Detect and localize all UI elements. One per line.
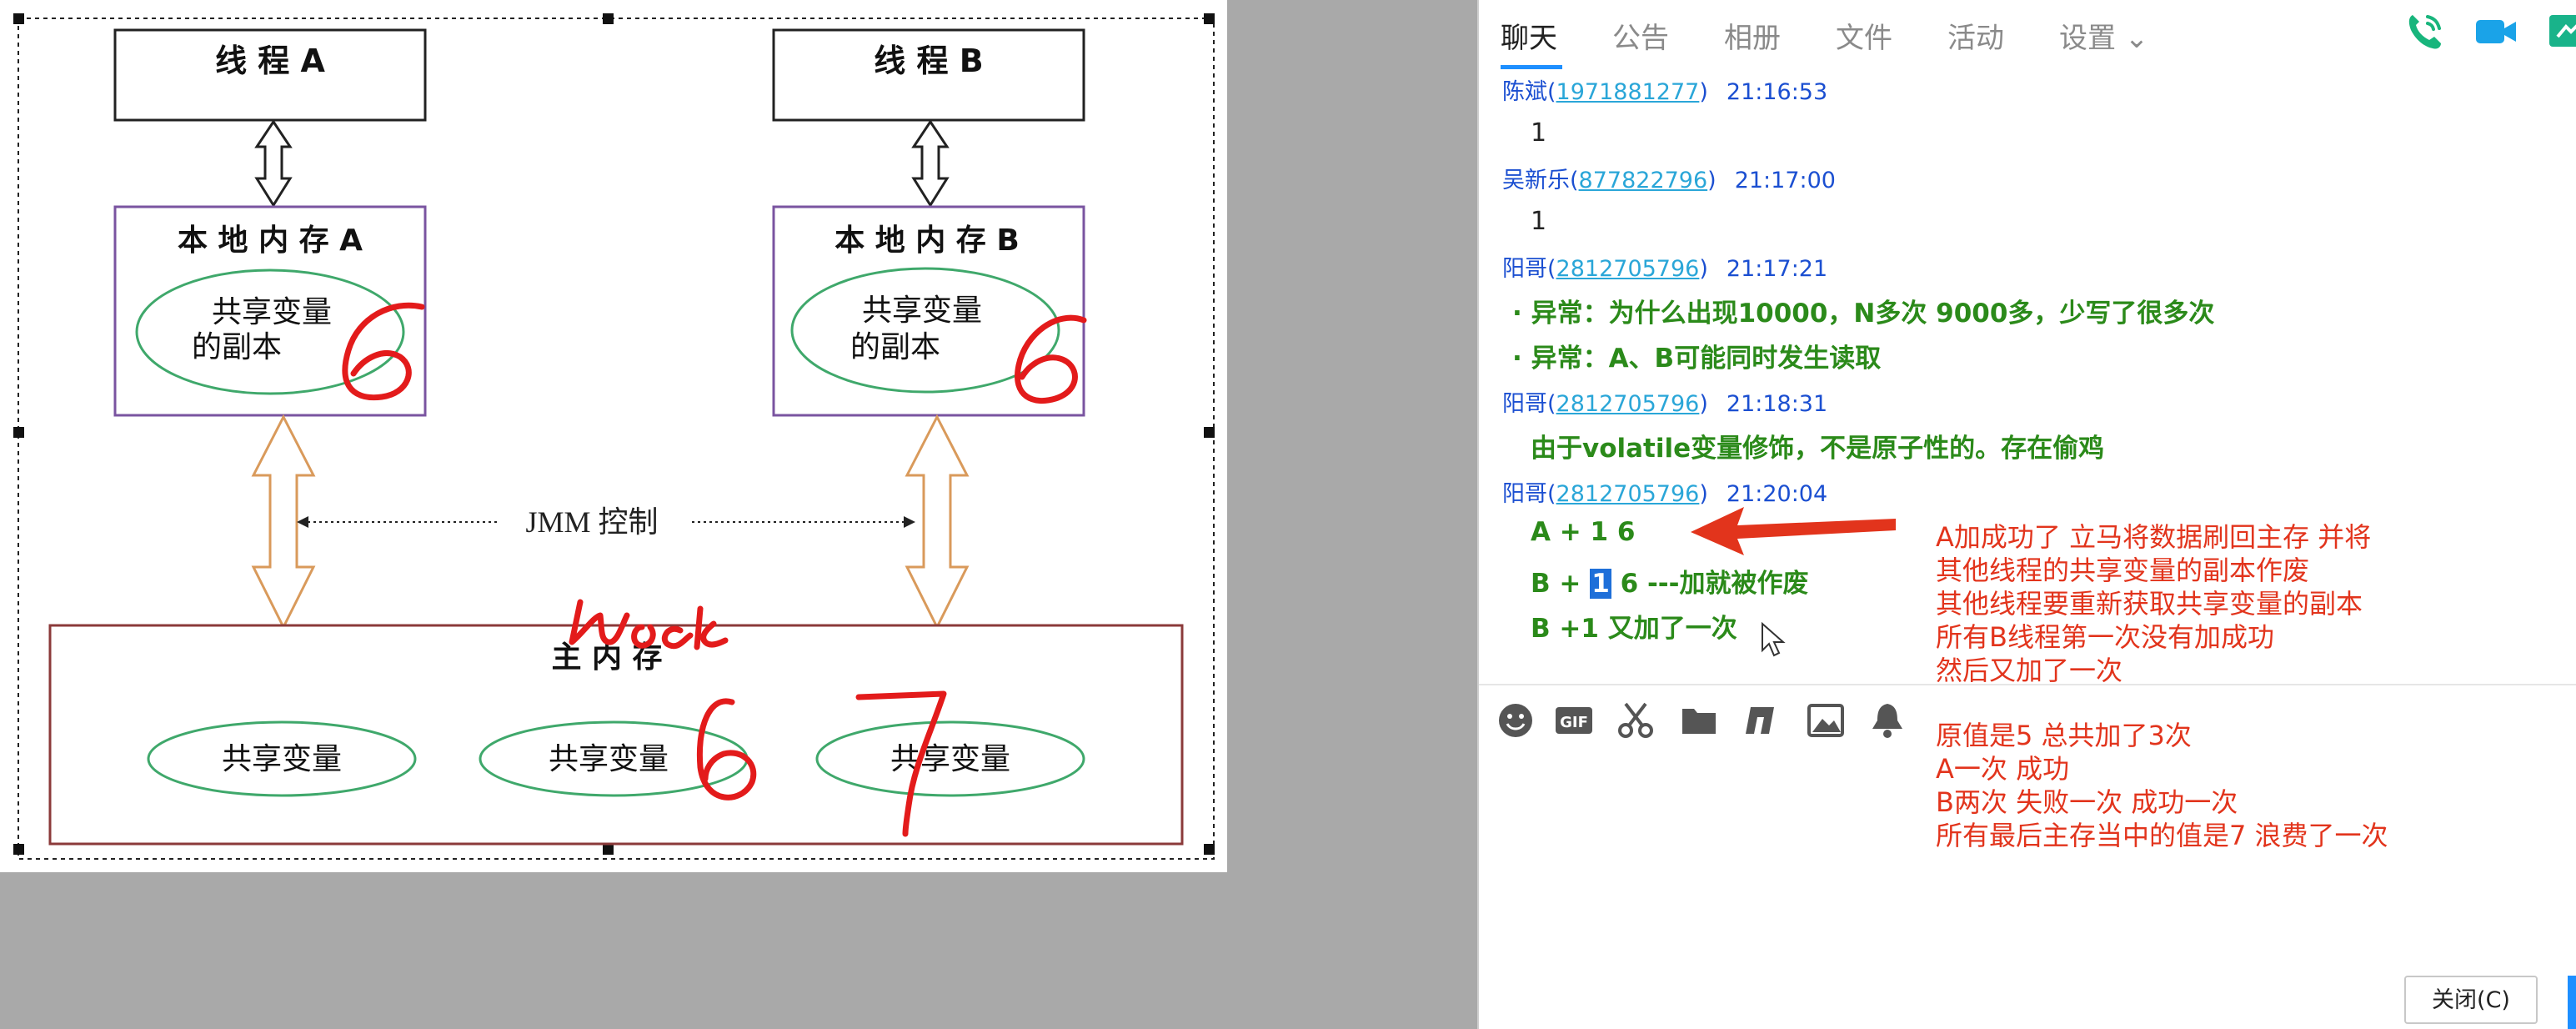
image-canvas: 线 程 A 线 程 B 本 地 内 存 A 共享变量 的副本 本 地 内 存 B…: [0, 0, 1477, 1029]
jmm-label: JMM 控制: [525, 505, 658, 539]
annotation-line: 所有最后主存当中的值是7 浪费了一次: [1936, 820, 2388, 851]
classroom-icon[interactable]: [2543, 7, 2576, 57]
tab-bar: 聊天 公告 相册 文件 活动 设置 ⌄: [1479, 0, 2576, 72]
sender-qq-link[interactable]: 877822796: [1579, 168, 1708, 193]
sender-name[interactable]: 吴新乐: [1502, 168, 1570, 193]
sender-name[interactable]: 阳哥: [1502, 481, 1547, 507]
emoji-icon[interactable]: [1496, 700, 1536, 740]
message-time: 21:17:00: [1734, 168, 1836, 193]
tab-chat[interactable]: 聊天: [1501, 15, 1557, 56]
message-text: · 异常：A、B可能同时发生读取: [1512, 344, 1882, 374]
annotation-line: 所有B线程第一次没有加成功: [1936, 621, 2274, 653]
svg-text:GIF: GIF: [1560, 714, 1588, 731]
local-memory-b-label: 本 地 内 存 B: [834, 223, 1020, 258]
folder-icon[interactable]: [1679, 700, 1719, 740]
shared-copy-a-line2: 的副本: [192, 330, 282, 364]
thread-b-label: 线 程 B: [874, 43, 983, 79]
bell-icon[interactable]: [1867, 700, 1907, 740]
shared-copy-b-line1: 共享变量: [862, 294, 982, 328]
sender-qq-link[interactable]: 2812705796: [1556, 481, 1700, 507]
sender-name[interactable]: 阳哥: [1502, 391, 1547, 417]
send-button-edge[interactable]: [2568, 976, 2576, 1029]
message-text: 1: [1531, 207, 1547, 236]
sender-qq-link[interactable]: 1971881277: [1556, 79, 1700, 105]
diagram-sheet: 线 程 A 线 程 B 本 地 内 存 A 共享变量 的副本 本 地 内 存 B…: [0, 0, 1227, 872]
message-header: 阳哥(2812705796) 21:17:21: [1502, 256, 1828, 282]
annotation-line: A一次 成功: [1936, 753, 2070, 785]
message-time: 21:18:31: [1726, 391, 1828, 417]
message-header: 陈斌(1971881277) 21:16:53: [1502, 79, 1828, 105]
message-header: 阳哥(2812705796) 21:18:31: [1502, 391, 1828, 417]
annotation-line: B两次 失败一次 成功一次: [1936, 786, 2238, 818]
main-shared-var-3-label: 共享变量: [890, 742, 1010, 776]
message-text: B +1 又加了一次: [1531, 614, 1737, 644]
annotation-note-top: A加成功了 立马将数据刷回主存 并将 其他线程的共享变量的副本作废 其他线程要重…: [1936, 520, 2371, 687]
video-icon[interactable]: [2471, 7, 2521, 57]
tab-files[interactable]: 文件: [1836, 15, 1892, 56]
annotation-line: 其他线程要重新获取共享变量的副本: [1936, 588, 2363, 620]
message-text: A + 1 6: [1531, 517, 1636, 547]
annotation-arrow: [1691, 507, 1896, 555]
message-text: 1: [1531, 118, 1547, 148]
message-header: 吴新乐(877822796) 21:17:00: [1502, 168, 1836, 193]
tab-activities[interactable]: 活动: [1947, 15, 2004, 56]
annotation-note-bottom: 原值是5 总共加了3次 A一次 成功 B两次 失败一次 成功一次 所有最后主存当…: [1936, 719, 2388, 852]
message-text: B + 1 6 ---加就被作废: [1531, 562, 1809, 600]
annotation-line: 原值是5 总共加了3次: [1936, 720, 2192, 751]
mouse-cursor-icon: [1762, 622, 1786, 657]
jmm-arrowhead-left: [297, 516, 308, 528]
main-shared-var-1-label: 共享变量: [222, 742, 342, 776]
sender-qq-link[interactable]: 2812705796: [1556, 256, 1700, 282]
annotation-line: A加成功了 立马将数据刷回主存 并将: [1936, 521, 2372, 553]
active-tab-indicator: [1501, 65, 1562, 69]
jmm-arrowhead-right: [904, 516, 915, 528]
selected-text: 1: [1590, 569, 1611, 599]
message-fragment: 6 ---加就被作废: [1620, 569, 1809, 599]
input-toolbar: GIF: [1479, 700, 1979, 750]
sender-qq-link[interactable]: 2812705796: [1556, 391, 1700, 417]
local-memory-a-label: 本 地 内 存 A: [178, 223, 363, 258]
message-time: 21:16:53: [1726, 79, 1828, 105]
shared-copy-b-line2: 的副本: [850, 330, 940, 364]
message-text: · 异常：为什么出现10000，N多次 9000多，少写了很多次: [1512, 299, 2215, 329]
tab-settings[interactable]: 设置 ⌄: [2059, 15, 2148, 56]
main-shared-var-2-label: 共享变量: [549, 742, 669, 776]
sender-name[interactable]: 陈斌: [1502, 79, 1547, 105]
sender-name[interactable]: 阳哥: [1502, 256, 1547, 282]
annotation-line: 然后又加了一次: [1936, 655, 2123, 686]
chat-window: 聊天 公告 相册 文件 活动 设置 ⌄ 陈斌(1971881277) 21:16:…: [1477, 0, 2576, 1029]
gif-icon[interactable]: GIF: [1554, 700, 1594, 740]
message-fragment: B +: [1531, 569, 1581, 599]
annotation-line: 其他线程的共享变量的副本作废: [1936, 555, 2310, 586]
tab-announcement[interactable]: 公告: [1612, 15, 1669, 56]
image-icon[interactable]: [1806, 700, 1846, 740]
shared-copy-a-line1: 共享变量: [212, 295, 332, 329]
local-main-arrow-b: [905, 414, 970, 630]
phone-icon[interactable]: [2399, 7, 2449, 57]
thread-b-arrow: [911, 119, 950, 208]
message-time: 21:17:21: [1726, 256, 1828, 282]
tab-album[interactable]: 相册: [1724, 15, 1781, 56]
jmm-diagram: 线 程 A 线 程 B 本 地 内 存 A 共享变量 的副本 本 地 内 存 B…: [13, 13, 1215, 860]
message-text: 由于volatile变量修饰，不是原子性的。存在偷鸡: [1531, 434, 2105, 464]
scissors-icon[interactable]: [1616, 700, 1656, 740]
close-button[interactable]: 关闭(C): [2404, 976, 2538, 1024]
music-icon[interactable]: [1741, 700, 1781, 740]
thread-a-arrow: [254, 119, 293, 208]
thread-a-label: 线 程 A: [215, 43, 325, 79]
local-memory-b-cutoff: [1085, 200, 1119, 425]
